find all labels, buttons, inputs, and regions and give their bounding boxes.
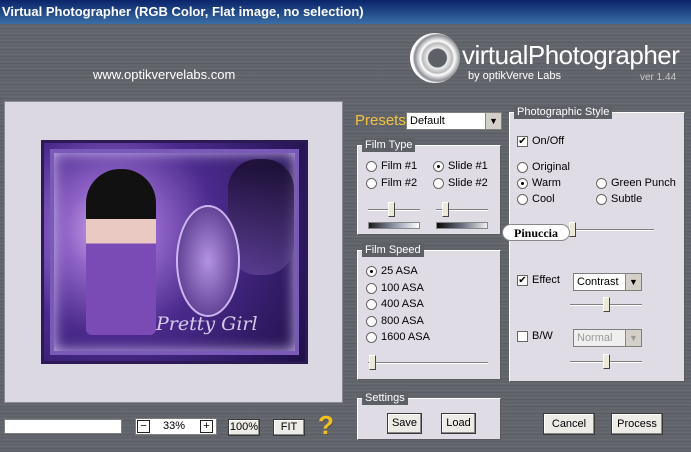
radio-button-icon [433,160,444,172]
slider-thumb[interactable] [368,355,376,370]
fit-button[interactable]: FIT [273,419,305,436]
radio-400-asa[interactable]: 400 ASA [366,298,424,310]
website-text: www.optikvervelabs.com [93,67,236,82]
radio-green-punch[interactable]: Green Punch [596,177,676,189]
preview-image: Pretty Girl [41,140,308,364]
effect-selected: Contrast [577,276,619,288]
main-window: Virtual Photographer (RGB Color, Flat im… [0,0,691,452]
bw-dropdown[interactable]: Normal ▼ [573,329,642,347]
radio-button-icon [366,265,377,277]
film-slider-left[interactable] [368,202,420,217]
film-speed-title: Film Speed [362,243,424,257]
radio-button-icon [366,315,377,327]
zoom-in-button[interactable]: + [200,420,213,433]
radio-button-icon [596,177,607,189]
presets-dropdown[interactable]: Default ▼ [406,112,502,130]
radio-button-icon [366,331,377,343]
checkbox-checked-icon: ✔ [517,274,528,286]
bw-selected: Normal [577,332,613,344]
presets-selected: Default [410,115,445,127]
film-slider-right[interactable] [436,202,488,217]
slider-thumb[interactable] [569,222,577,237]
product-name: virtualPhotographer [462,40,680,70]
user-badge: Pinuccia [502,224,570,241]
chevron-down-icon: ▼ [625,274,641,290]
slide-tone-gradient [436,222,488,229]
save-button[interactable]: Save [387,413,422,434]
presets-label: Presets [355,112,406,129]
radio-slide-1[interactable]: Slide #1 [433,160,488,172]
bw-checkbox[interactable]: B/W [517,330,553,342]
photographic-style-title: Photographic Style [514,105,613,119]
checkbox-unchecked-icon [517,330,528,342]
effect-checkbox[interactable]: ✔ Effect [517,274,560,286]
on-off-checkbox[interactable]: ✔ On/Off [517,135,564,147]
radio-button-icon [517,161,528,173]
slider-thumb[interactable] [442,202,450,217]
product-vendor: by optikVerve Labs [468,70,561,82]
radio-slide-2[interactable]: Slide #2 [433,177,488,189]
radio-800-asa[interactable]: 800 ASA [366,315,424,327]
radio-button-icon [517,177,528,189]
radio-button-icon [366,177,377,189]
window-title: Virtual Photographer (RGB Color, Flat im… [2,4,364,19]
radio-button-icon [366,282,377,294]
radio-film-1[interactable]: Film #1 [366,160,417,172]
window-title-bar[interactable]: Virtual Photographer (RGB Color, Flat im… [0,0,691,24]
zoom-out-button[interactable]: − [137,420,150,433]
radio-button-icon [433,177,444,189]
radio-subtle[interactable]: Subtle [596,193,642,205]
image-oval-portrait [176,205,240,317]
zoom-100-button[interactable]: 100% [228,419,260,436]
radio-cool[interactable]: Cool [517,193,555,205]
question-mark-icon[interactable]: ? [318,410,334,441]
radio-button-icon [366,160,377,172]
image-figure [86,169,156,335]
cancel-button[interactable]: Cancel [543,413,595,435]
radio-button-icon [366,298,377,310]
bw-slider[interactable] [570,354,642,369]
chevron-down-icon: ▼ [625,330,641,346]
slider-thumb[interactable] [603,354,610,369]
load-button[interactable]: Load [441,413,476,434]
zoom-value: 33% [162,420,186,432]
film-speed-slider[interactable] [368,355,488,370]
process-button[interactable]: Process [611,413,663,435]
settings-title: Settings [362,391,408,405]
film-type-title: Film Type [362,138,416,152]
radio-100-asa[interactable]: 100 ASA [366,282,424,294]
radio-warm[interactable]: Warm [517,177,561,189]
chevron-down-icon: ▼ [485,113,501,129]
aperture-logo-icon [410,33,460,83]
image-preview-panel[interactable]: Pretty Girl [4,101,343,403]
film-tone-gradient [368,222,420,229]
radio-film-2[interactable]: Film #2 [366,177,417,189]
settings-panel: Settings [357,391,501,440]
radio-button-icon [596,193,607,205]
slider-thumb[interactable] [387,202,395,217]
version-label: ver 1.44 [640,72,677,83]
checkbox-checked-icon: ✔ [517,135,528,147]
radio-1600-asa[interactable]: 1600 ASA [366,331,430,343]
progress-bar [4,419,122,434]
radio-25-asa[interactable]: 25 ASA [366,265,418,277]
image-watermark: Pretty Girl [156,313,258,335]
radio-original[interactable]: Original [517,161,570,173]
radio-button-icon [517,193,528,205]
slider-thumb[interactable] [603,297,610,312]
effect-slider[interactable] [570,297,642,312]
effect-dropdown[interactable]: Contrast ▼ [573,273,642,291]
